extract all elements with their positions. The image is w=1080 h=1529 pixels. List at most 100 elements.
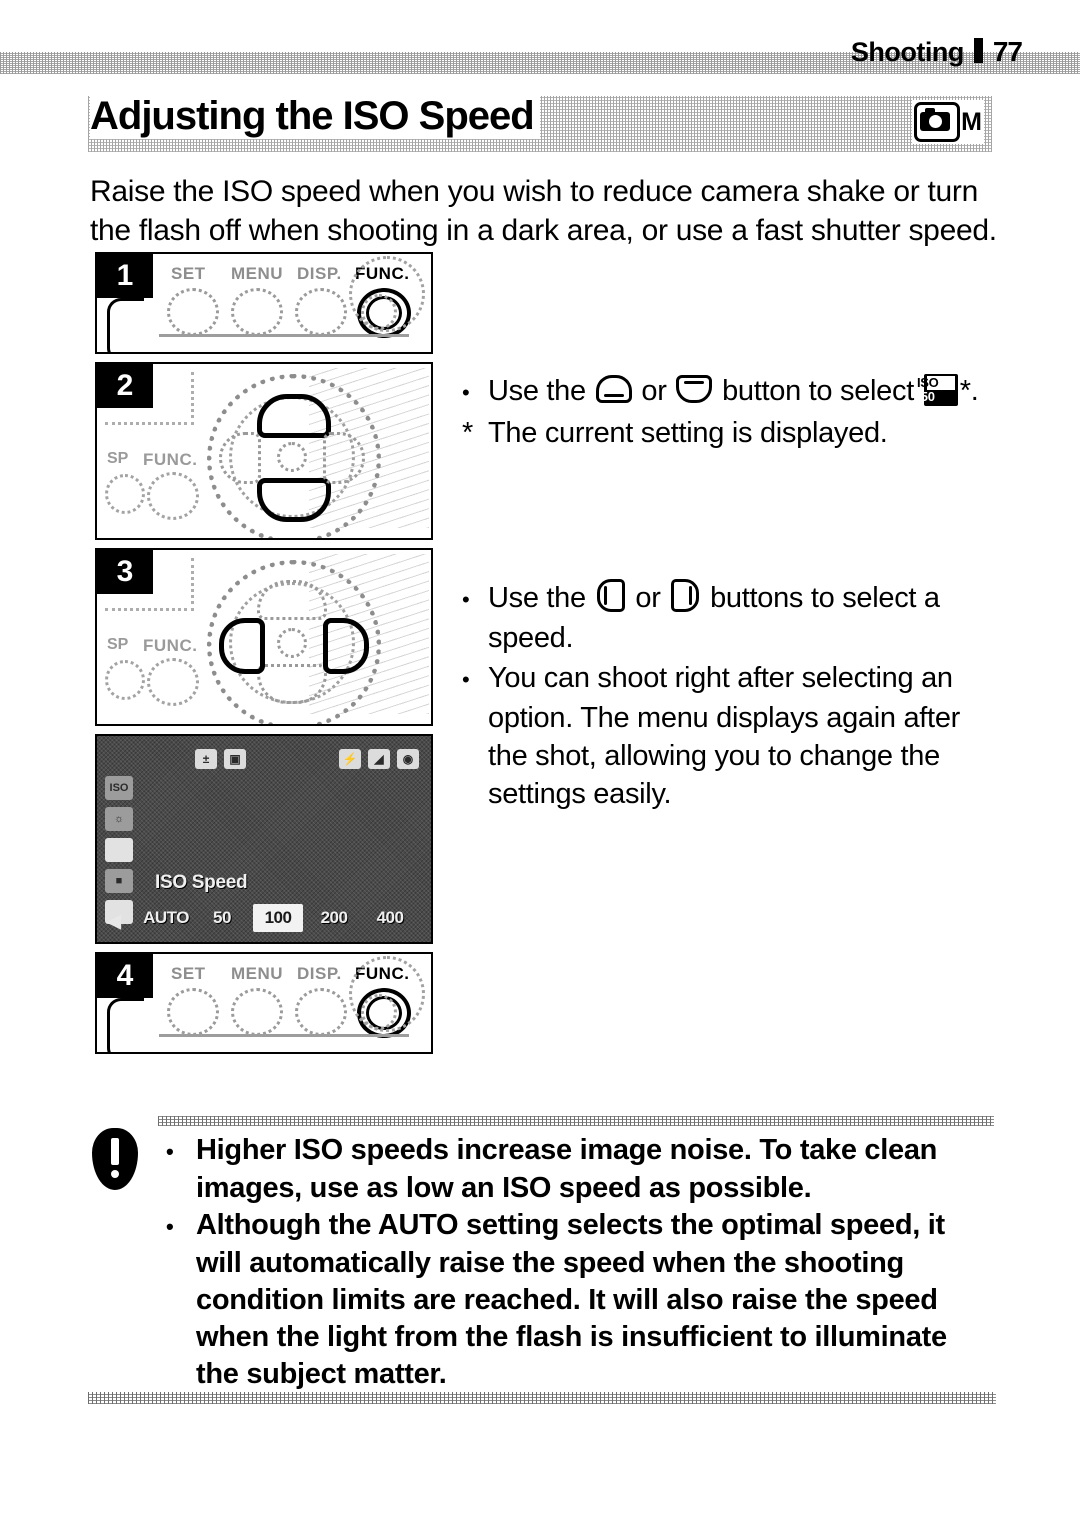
- label-menu: MENU: [231, 264, 284, 283]
- iso-setting-icon: ISO 50: [917, 374, 958, 406]
- side-button-1-outline: [105, 474, 145, 514]
- macro-icon: ◢: [368, 749, 390, 769]
- step-3-bullet-2: You can shoot right after selecting an o…: [462, 659, 982, 813]
- mode-letter: M: [961, 107, 982, 136]
- header-separator-bar: [973, 38, 983, 63]
- menu-button-outline: [231, 288, 283, 336]
- iso-option-100: 100: [253, 904, 303, 932]
- strap-ring-small-icon: [361, 294, 397, 330]
- label-set: SET: [171, 964, 206, 983]
- side-controls: SP FUNC.: [105, 616, 201, 716]
- lcd-left-arrow-icon: ◀: [107, 911, 121, 931]
- step-number-badge: 3: [97, 550, 153, 594]
- disp-button-outline: [295, 288, 347, 336]
- page-title: Adjusting the ISO Speed: [90, 94, 540, 139]
- dial-up-button: [257, 394, 331, 438]
- note-bullet-2: Although the AUTO setting selects the op…: [166, 1207, 996, 1393]
- step2-post: button to select: [714, 375, 922, 407]
- label-disp: DISP.: [297, 964, 342, 983]
- step-3-text: Use the or buttons to select a speed. Yo…: [462, 579, 982, 815]
- dial-center-hub: [277, 628, 307, 658]
- note-text: Higher ISO speeds increase image noise. …: [166, 1132, 996, 1393]
- iso-option-400: 400: [376, 908, 404, 927]
- iso-icon: ISO: [105, 776, 133, 800]
- iso-icon-top: ISO: [917, 376, 955, 390]
- lcd-menu-icons: ISO ☼ ■: [105, 776, 135, 924]
- set-button-outline: [167, 288, 219, 336]
- label-disp: DISP.: [297, 264, 342, 283]
- white-balance-icon: ▣: [224, 749, 246, 769]
- step-2-bullet: Use the or button to select ISO50*.: [462, 372, 1002, 412]
- quality-icon: ■: [105, 869, 133, 893]
- figure-step-3: 3 SP FUNC.: [95, 548, 433, 726]
- section-title: Shooting: [850, 37, 964, 67]
- step2-mid: or: [633, 375, 675, 407]
- page-number: 77: [992, 36, 1023, 67]
- step3-pre: Use the: [488, 582, 594, 614]
- figure-step-4: 4 SET MENU DISP. FUNC.: [95, 952, 433, 1054]
- step-3-bullet-1: Use the or buttons to select a speed.: [462, 579, 982, 657]
- label-sp: SP: [107, 636, 129, 653]
- side-button-2-outline: [147, 472, 199, 520]
- footer-rule: [88, 1392, 996, 1404]
- step3-mid: or: [627, 582, 669, 614]
- side-controls: SP FUNC.: [105, 430, 201, 530]
- step-number-badge: 4: [97, 954, 153, 998]
- page-header: Shooting 77: [850, 36, 1023, 68]
- step-number-badge: 2: [97, 364, 153, 408]
- warning-icon: [92, 1128, 138, 1190]
- intro-paragraph: Raise the ISO speed when you wish to red…: [90, 175, 997, 247]
- section-heading-row: Adjusting the ISO Speed M: [88, 94, 992, 152]
- right-button-icon: [671, 579, 700, 612]
- camera-base-edge: [159, 1034, 409, 1044]
- lcd-menu-label: ISO Speed: [155, 872, 248, 893]
- lcd-option-row: AUTO 50 100 200 400: [141, 902, 421, 934]
- set-button-outline: [167, 988, 219, 1036]
- down-button-icon: [595, 375, 632, 403]
- camera-grip-outline: [107, 298, 144, 352]
- up-button-icon: [676, 375, 713, 403]
- label-set: SET: [171, 264, 206, 283]
- disp-button-outline: [295, 988, 347, 1036]
- side-button-2-outline: [147, 658, 199, 706]
- label-func: FUNC.: [143, 636, 198, 655]
- iso-option-auto: AUTO: [143, 908, 189, 927]
- note-top-rule: [158, 1116, 994, 1126]
- step2-pre: Use the: [488, 375, 594, 407]
- figure-step-1: 1 SET MENU DISP. FUNC.: [95, 252, 433, 354]
- left-button-icon: [596, 579, 625, 612]
- note-bullet-1: Higher ISO speeds increase image noise. …: [166, 1132, 996, 1207]
- manual-page: Shooting 77 Adjusting the ISO Speed M Ra…: [0, 0, 1080, 1529]
- figure-lcd-screen: ± ▣ ⚡ ◢ ◉ ISO ☼ ■ ISO Speed ◀ AUTO 50 10…: [95, 734, 433, 944]
- figure-step-2: 2 SP FUNC.: [95, 362, 433, 540]
- step-2-footnote: The current setting is displayed.: [462, 414, 1002, 452]
- camera-grip-outline: [107, 998, 144, 1052]
- lcd-status-bar: ± ▣ ⚡ ◢ ◉: [109, 746, 419, 772]
- exposure-icon: ±: [195, 749, 217, 769]
- flash-icon: ⚡: [339, 749, 361, 769]
- mode-badge: M: [912, 100, 984, 144]
- lcd-surface: ± ▣ ⚡ ◢ ◉ ISO ☼ ■ ISO Speed ◀ AUTO 50 10…: [97, 736, 431, 942]
- four-way-dial: [193, 370, 393, 538]
- figure-column: 1 SET MENU DISP. FUNC. 2 SP FUNC. 3 SP F…: [95, 252, 435, 1062]
- menu-button-outline: [231, 988, 283, 1036]
- camera-base-edge: [159, 334, 409, 344]
- label-sp: SP: [107, 450, 129, 467]
- step-2-text: Use the or button to select ISO50*. The …: [462, 372, 1002, 452]
- iso-icon-bottom: 50: [920, 389, 935, 404]
- label-menu: MENU: [231, 964, 284, 983]
- iso-option-50: 50: [213, 908, 231, 927]
- four-way-dial: [193, 556, 393, 724]
- dial-center-hub: [277, 442, 307, 472]
- dial-right-button: [323, 618, 369, 674]
- effect-icon: ☼: [105, 807, 133, 831]
- dial-left-button: [219, 618, 265, 674]
- camera-icon: [914, 102, 961, 142]
- step-number-badge: 1: [97, 254, 153, 298]
- size-icon: [105, 838, 133, 862]
- strap-ring-small-icon: [361, 994, 397, 1030]
- iso-option-200: 200: [320, 908, 348, 927]
- label-func: FUNC.: [143, 450, 198, 469]
- side-button-1-outline: [105, 660, 145, 700]
- drive-mode-icon: ◉: [397, 749, 419, 769]
